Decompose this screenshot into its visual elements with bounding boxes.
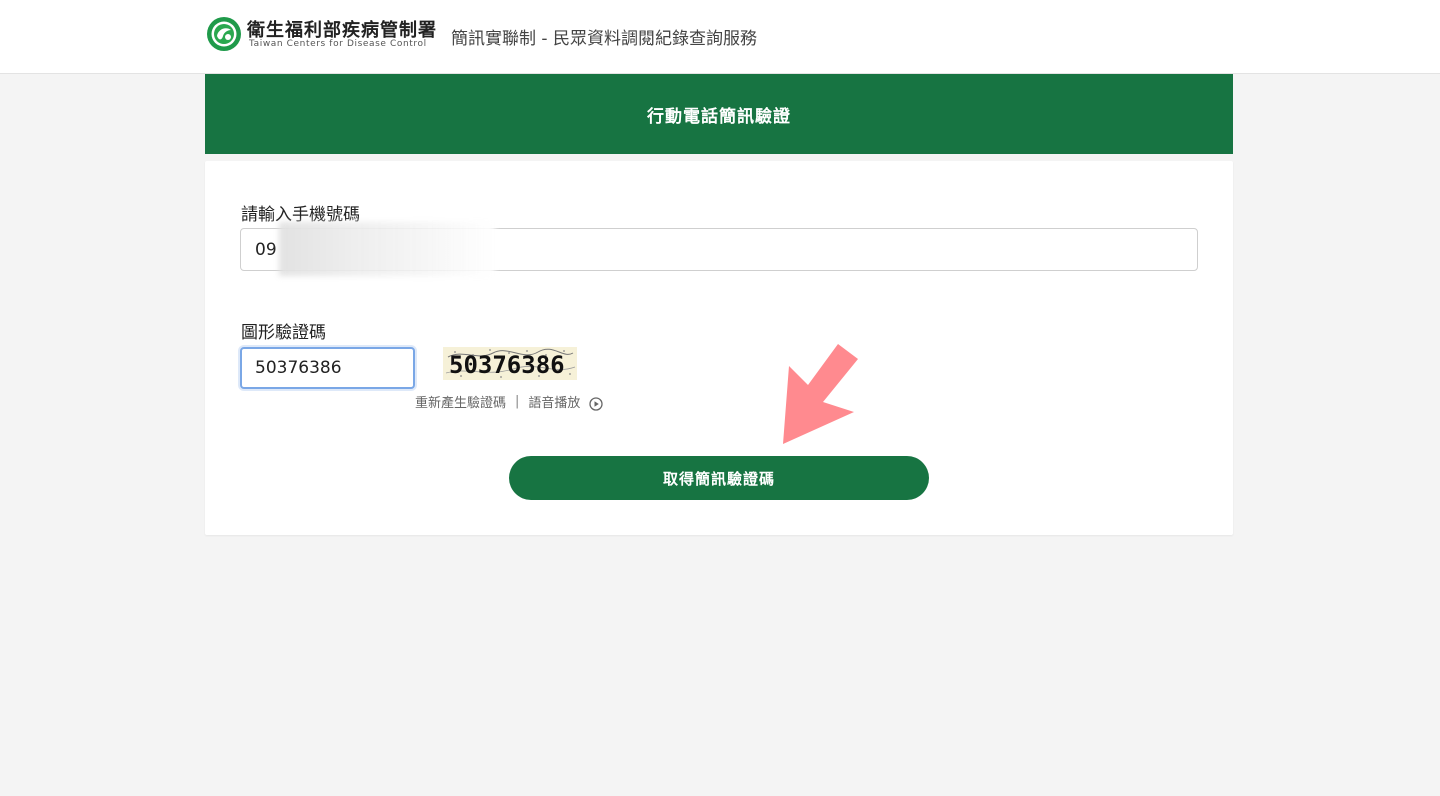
top-navigation-bar: 衛生福利部疾病管制署 Taiwan Centers for Disease Co… (0, 0, 1440, 74)
regenerate-captcha-link[interactable]: 重新產生驗證碼 (415, 392, 506, 411)
service-title: 簡訊實聯制 - 民眾資料調閱紀錄查詢服務 (451, 29, 757, 49)
redacted-phone-digits (279, 222, 495, 276)
captcha-actions: 重新產生驗證碼 | 語音播放 (415, 392, 603, 411)
captcha-input[interactable] (240, 347, 415, 389)
link-separator: | (515, 394, 520, 409)
audio-link-label: 語音播放 (528, 396, 581, 411)
org-name-en: Taiwan Centers for Disease Control (249, 39, 427, 49)
get-sms-code-button[interactable]: 取得簡訊驗證碼 (509, 456, 929, 500)
card-title: 行動電話簡訊驗證 (205, 74, 1233, 154)
cdc-logo-icon[interactable] (206, 16, 242, 52)
play-circle-icon (588, 396, 603, 411)
audio-captcha-link[interactable]: 語音播放 (528, 392, 603, 411)
captcha-image-text: 50376386 (449, 351, 565, 379)
arrow-down-left-icon (783, 344, 858, 444)
captcha-image: 50376386 (443, 347, 577, 380)
captcha-label: 圖形驗證碼 (241, 323, 326, 343)
